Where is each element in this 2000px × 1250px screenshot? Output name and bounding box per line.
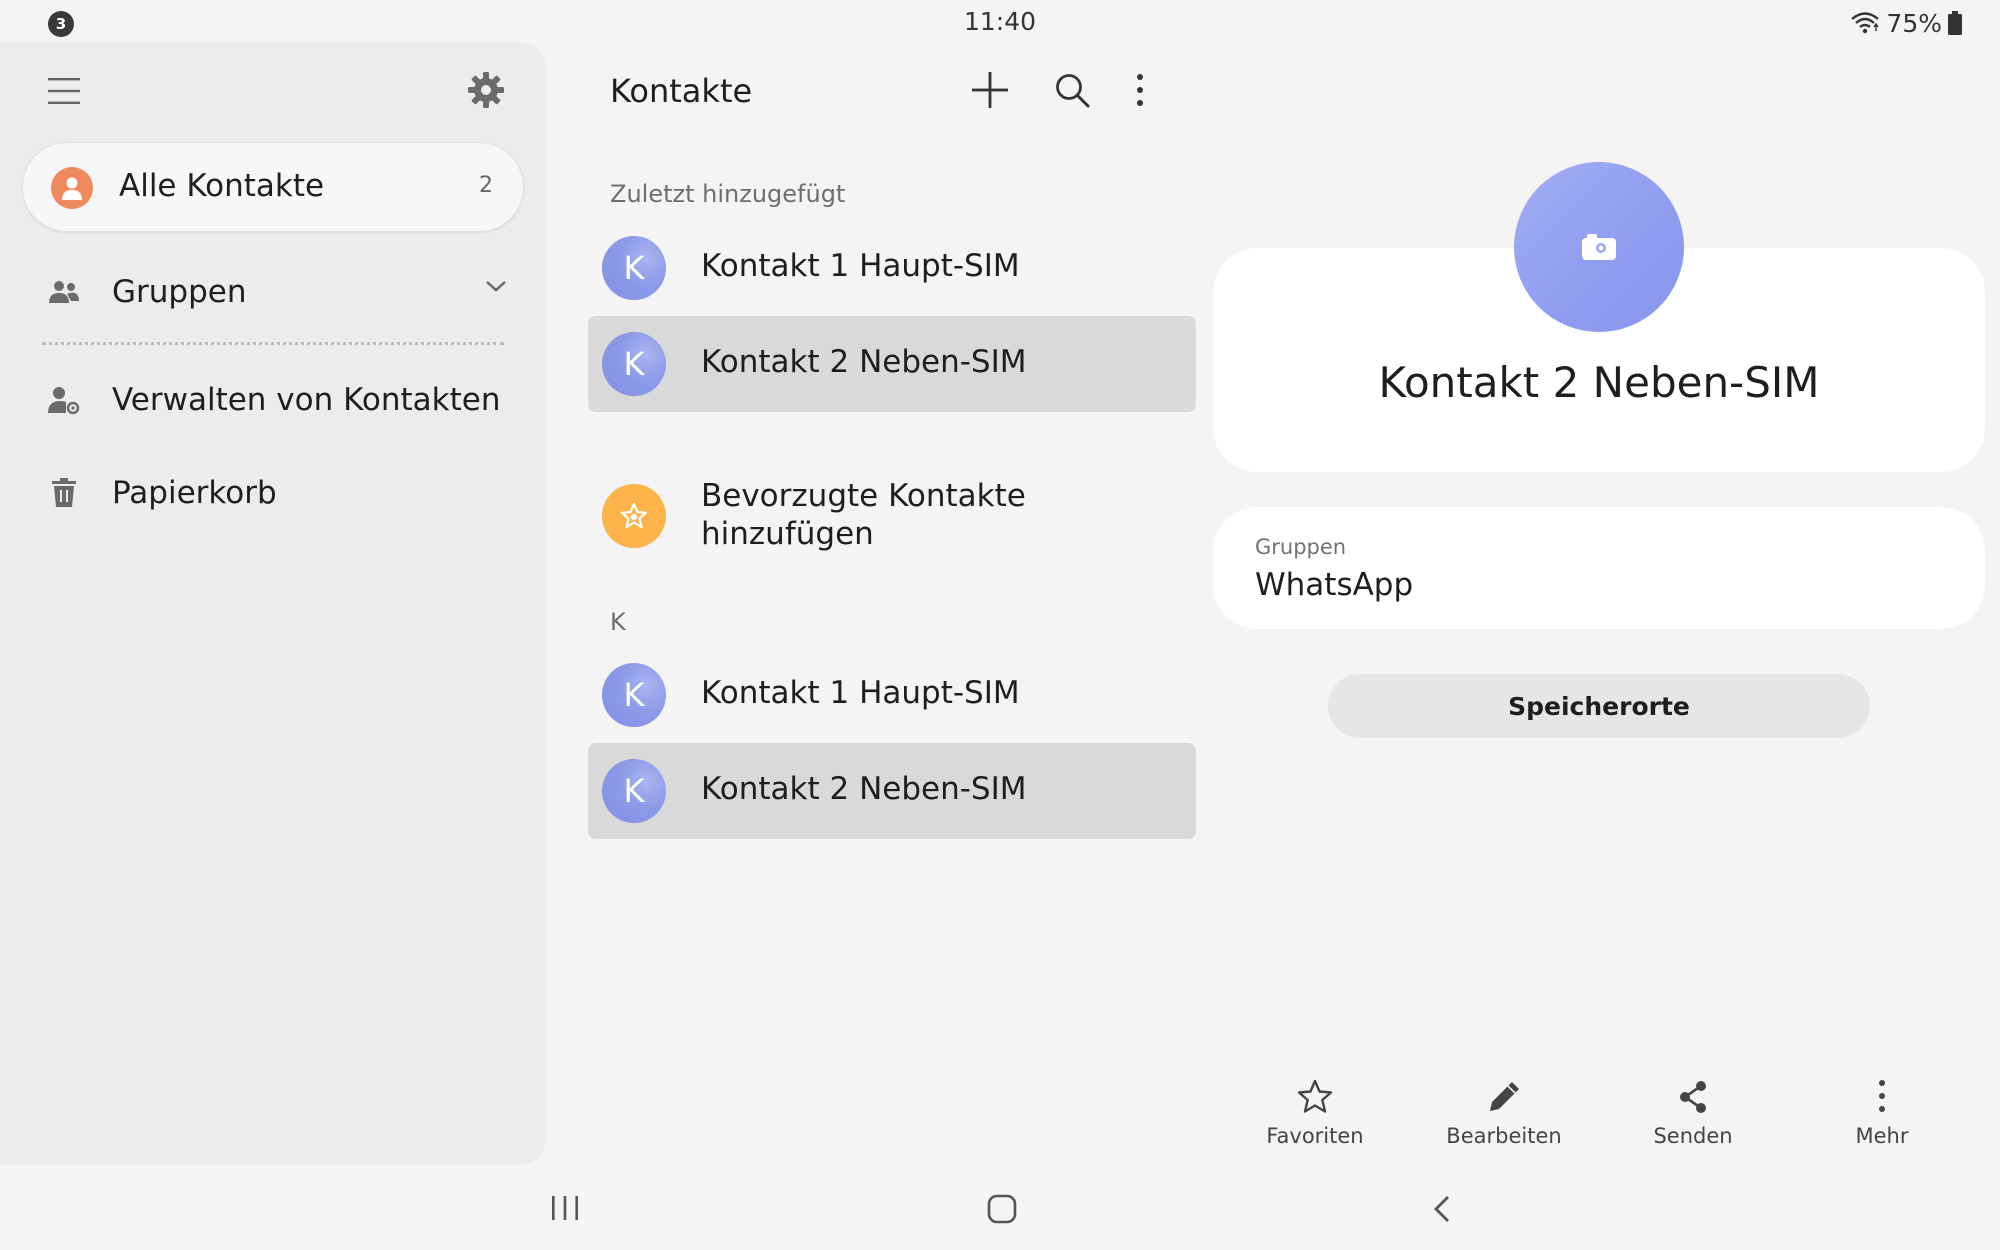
contact-name: Kontakt 1 Haupt-SIM bbox=[701, 675, 1020, 711]
add-contact-icon[interactable] bbox=[970, 70, 1010, 110]
section-header-recent: Zuletzt hinzugefügt bbox=[610, 180, 846, 208]
edit-action-button[interactable]: Bearbeiten bbox=[1434, 1078, 1574, 1158]
search-icon[interactable] bbox=[1054, 72, 1090, 108]
contact-row-selected[interactable]: K Kontakt 2 Neben-SIM bbox=[588, 743, 1196, 839]
pencil-icon bbox=[1490, 1082, 1519, 1111]
page-title: Kontakte bbox=[610, 72, 753, 110]
action-label: Favoriten bbox=[1266, 1124, 1364, 1148]
contact-photo[interactable] bbox=[1514, 162, 1684, 332]
share-icon bbox=[1680, 1081, 1706, 1113]
contact-row[interactable]: K Kontakt 1 Haupt-SIM bbox=[588, 220, 1196, 316]
sidebar-item-label: Papierkorb bbox=[112, 475, 277, 511]
more-action-button[interactable]: Mehr bbox=[1812, 1078, 1952, 1158]
sidebar-item-groups[interactable]: Gruppen bbox=[44, 262, 514, 322]
contact-name: Kontakt 2 Neben-SIM bbox=[701, 771, 1027, 807]
contact-avatar: K bbox=[602, 759, 666, 823]
sidebar-divider bbox=[42, 342, 504, 345]
contact-avatar: K bbox=[602, 663, 666, 727]
status-time: 11:40 bbox=[963, 7, 1037, 36]
contact-name: Kontakt 2 Neben-SIM bbox=[701, 344, 1027, 380]
more-vert-icon bbox=[1879, 1080, 1885, 1112]
battery-percent: 75% bbox=[1886, 8, 1942, 38]
sidebar-item-manage-contacts[interactable]: Verwalten von Kontakten bbox=[44, 370, 514, 430]
notification-count-badge: 3 bbox=[48, 11, 74, 37]
favorites-action-button[interactable]: Favoriten bbox=[1245, 1078, 1385, 1158]
contact-row-selected[interactable]: K Kontakt 2 Neben-SIM bbox=[588, 316, 1196, 412]
more-options-icon[interactable] bbox=[1130, 72, 1150, 108]
home-icon[interactable] bbox=[987, 1194, 1017, 1224]
groups-label: Gruppen bbox=[1255, 535, 1347, 559]
wifi-icon bbox=[1851, 12, 1880, 34]
action-label: Mehr bbox=[1855, 1124, 1909, 1148]
status-indicators: 75% bbox=[1850, 7, 1962, 39]
trash-icon bbox=[44, 473, 84, 513]
sidebar-item-label: Alle Kontakte bbox=[119, 168, 325, 204]
recent-apps-icon[interactable] bbox=[550, 1194, 580, 1222]
sidebar-item-label: Verwalten von Kontakten bbox=[112, 382, 501, 418]
contact-name: Kontakt 1 Haupt-SIM bbox=[701, 248, 1020, 284]
star-icon bbox=[1297, 1079, 1333, 1113]
hamburger-menu-icon[interactable] bbox=[48, 76, 80, 106]
gear-icon[interactable] bbox=[466, 70, 506, 110]
contact-detail-name: Kontakt 2 Neben-SIM bbox=[1378, 358, 1820, 407]
send-action-button[interactable]: Senden bbox=[1623, 1078, 1763, 1158]
contact-avatar: K bbox=[602, 332, 666, 396]
add-favorites-label: Bevorzugte Kontakte hinzufügen bbox=[701, 478, 1026, 552]
status-bar: 3 11:40 75% bbox=[0, 0, 2000, 44]
groups-value: WhatsApp bbox=[1255, 567, 1414, 603]
manage-contacts-icon bbox=[44, 380, 84, 420]
back-icon[interactable] bbox=[1432, 1194, 1452, 1224]
section-header-letter: K bbox=[610, 608, 626, 636]
chevron-down-icon[interactable] bbox=[484, 278, 508, 294]
sidebar-item-trash[interactable]: Papierkorb bbox=[44, 463, 514, 523]
group-icon bbox=[44, 272, 84, 312]
contact-count: 2 bbox=[479, 173, 493, 198]
person-icon bbox=[51, 167, 93, 209]
contact-avatar: K bbox=[602, 236, 666, 300]
storage-locations-button[interactable]: Speicherorte bbox=[1328, 674, 1870, 738]
star-badge-icon bbox=[602, 484, 666, 548]
camera-icon bbox=[1582, 234, 1616, 260]
sidebar-item-all-contacts[interactable]: Alle Kontakte 2 bbox=[22, 142, 524, 232]
action-label: Senden bbox=[1653, 1124, 1733, 1148]
battery-icon bbox=[1948, 11, 1962, 35]
action-label: Bearbeiten bbox=[1446, 1124, 1562, 1148]
contact-row[interactable]: K Kontakt 1 Haupt-SIM bbox=[588, 647, 1196, 743]
add-favorites-row[interactable]: Bevorzugte Kontakte hinzufügen bbox=[588, 470, 1196, 560]
sidebar-item-label: Gruppen bbox=[112, 274, 247, 310]
